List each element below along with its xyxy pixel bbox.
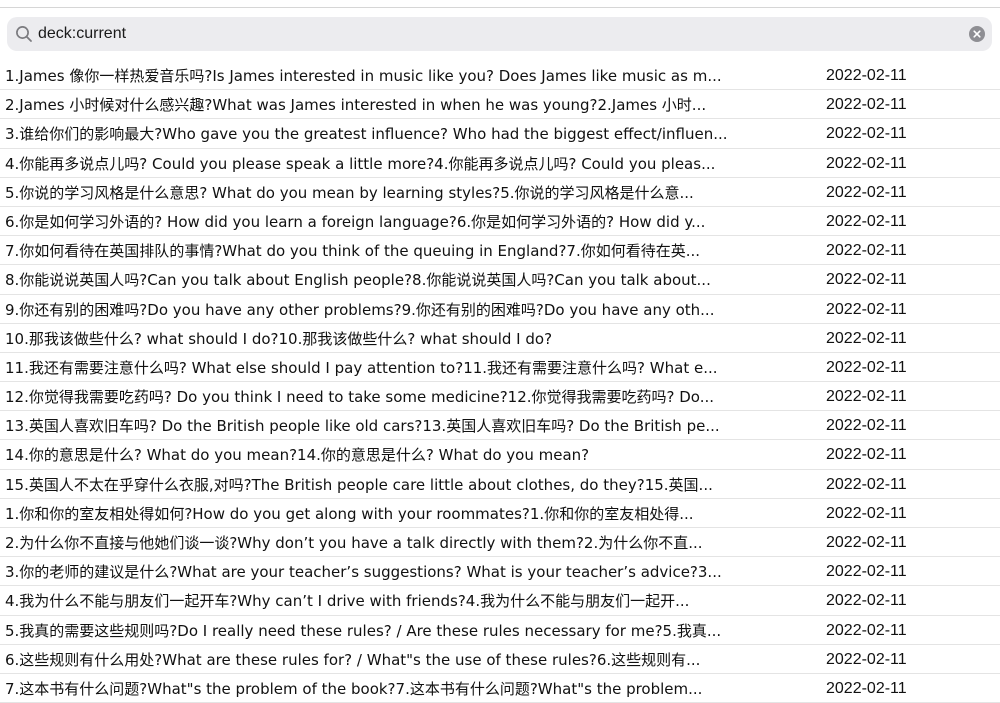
card-date: 2022-02-11: [826, 650, 907, 668]
card-date: 2022-02-11: [826, 242, 907, 260]
list-item[interactable]: 3.谁给你们的影响最大?Who gave you the greatest in…: [0, 119, 1000, 149]
card-date: 2022-02-11: [826, 96, 907, 114]
list-item[interactable]: 13.英国人喜欢旧车吗? Do the British people like …: [0, 411, 1000, 441]
card-question: 5.你说的学习风格是什么意思? What do you mean by lear…: [5, 183, 694, 202]
search-icon: [15, 25, 33, 43]
list-item[interactable]: 5.我真的需要这些规则吗?Do I really need these rule…: [0, 616, 1000, 645]
top-divider: [0, 7, 1000, 8]
card-question: 7.这本书有什么问题?What"s the problem of the boo…: [5, 679, 703, 698]
card-question: 2.James 小时候对什么感兴趣?What was James interes…: [5, 96, 707, 115]
card-question: 3.谁给你们的影响最大?Who gave you the greatest in…: [5, 125, 728, 144]
list-item[interactable]: 9.你还有别的困难吗?Do you have any other problem…: [0, 295, 1000, 324]
list-item[interactable]: 12.你觉得我需要吃药吗? Do you think I need to tak…: [0, 382, 1000, 412]
card-question: 7.你如何看待在英国排队的事情?What do you think of the…: [5, 242, 701, 261]
card-list: 1.James 像你一样热爱音乐吗?Is James interested in…: [0, 61, 1000, 703]
card-question: 4.我为什么不能与朋友们一起开车?Why can’t I drive with …: [5, 592, 690, 611]
list-item[interactable]: 8.你能说说英国人吗?Can you talk about English pe…: [0, 265, 1000, 295]
list-item[interactable]: 2.James 小时候对什么感兴趣?What was James interes…: [0, 90, 1000, 120]
card-question: 10.那我该做些什么? what should I do?10.那我该做些什么?…: [5, 329, 553, 348]
list-item[interactable]: 6.你是如何学习外语的? How did you learn a foreign…: [0, 207, 1000, 237]
list-item[interactable]: 1.你和你的室友相处得如何?How do you get along with …: [0, 499, 1000, 528]
card-date: 2022-02-11: [826, 504, 907, 522]
card-date: 2022-02-11: [826, 154, 907, 172]
card-question: 1.你和你的室友相处得如何?How do you get along with …: [5, 504, 694, 523]
list-item[interactable]: 2.为什么你不直接与他她们谈一谈?Why don’t you have a ta…: [0, 528, 1000, 558]
list-item[interactable]: 10.那我该做些什么? what should I do?10.那我该做些什么?…: [0, 324, 1000, 353]
card-date: 2022-02-11: [826, 183, 907, 201]
list-item[interactable]: 15.英国人不太在乎穿什么衣服,对吗?The British people ca…: [0, 470, 1000, 499]
list-item[interactable]: 5.你说的学习风格是什么意思? What do you mean by lear…: [0, 178, 1000, 207]
card-date: 2022-02-11: [826, 125, 907, 143]
card-question: 15.英国人不太在乎穿什么衣服,对吗?The British people ca…: [5, 475, 713, 494]
card-question: 11.我还有需要注意什么吗? What else should I pay at…: [5, 358, 718, 377]
list-item[interactable]: 1.James 像你一样热爱音乐吗?Is James interested in…: [0, 61, 1000, 91]
card-question: 5.我真的需要这些规则吗?Do I really need these rule…: [5, 621, 722, 640]
list-item[interactable]: 4.我为什么不能与朋友们一起开车?Why can’t I drive with …: [0, 586, 1000, 616]
card-date: 2022-02-11: [826, 271, 907, 289]
card-date: 2022-02-11: [826, 388, 907, 406]
card-date: 2022-02-11: [826, 592, 907, 610]
card-question: 9.你还有别的困难吗?Do you have any other problem…: [5, 300, 715, 319]
card-date: 2022-02-11: [826, 212, 907, 230]
card-date: 2022-02-11: [826, 475, 907, 493]
card-date: 2022-02-11: [826, 534, 907, 551]
list-item[interactable]: 7.这本书有什么问题?What"s the problem of the boo…: [0, 674, 1000, 703]
card-date: 2022-02-11: [826, 417, 907, 435]
card-date: 2022-02-11: [826, 446, 907, 464]
card-date: 2022-02-11: [826, 563, 907, 581]
card-question: 6.这些规则有什么用处?What are these rules for? / …: [5, 650, 701, 669]
card-date: 2022-02-11: [826, 67, 907, 84]
card-question: 4.你能再多说点儿吗? Could you please speak a lit…: [5, 154, 716, 173]
card-date: 2022-02-11: [826, 300, 907, 318]
card-question: 13.英国人喜欢旧车吗? Do the British people like …: [5, 417, 720, 436]
list-item[interactable]: 4.你能再多说点儿吗? Could you please speak a lit…: [0, 149, 1000, 178]
card-question: 2.为什么你不直接与他她们谈一谈?Why don’t you have a ta…: [5, 534, 703, 552]
list-item[interactable]: 6.这些规则有什么用处?What are these rules for? / …: [0, 645, 1000, 674]
list-item[interactable]: 14.你的意思是什么? What do you mean?14.你的意思是什么?…: [0, 440, 1000, 470]
card-question: 8.你能说说英国人吗?Can you talk about English pe…: [5, 271, 711, 290]
card-question: 6.你是如何学习外语的? How did you learn a foreign…: [5, 212, 706, 231]
search-bar[interactable]: [7, 17, 992, 51]
list-item[interactable]: 3.你的老师的建议是什么?What are your teacher’s sug…: [0, 557, 1000, 587]
card-date: 2022-02-11: [826, 358, 907, 376]
card-date: 2022-02-11: [826, 679, 907, 697]
search-input[interactable]: [38, 21, 958, 47]
list-item[interactable]: 11.我还有需要注意什么吗? What else should I pay at…: [0, 353, 1000, 383]
clear-search-icon[interactable]: [969, 26, 985, 42]
card-question: 3.你的老师的建议是什么?What are your teacher’s sug…: [5, 563, 722, 582]
card-date: 2022-02-11: [826, 329, 907, 347]
card-question: 1.James 像你一样热爱音乐吗?Is James interested in…: [5, 67, 722, 85]
list-item[interactable]: 7.你如何看待在英国排队的事情?What do you think of the…: [0, 236, 1000, 266]
card-question: 12.你觉得我需要吃药吗? Do you think I need to tak…: [5, 388, 715, 407]
card-question: 14.你的意思是什么? What do you mean?14.你的意思是什么?…: [5, 446, 590, 465]
card-date: 2022-02-11: [826, 621, 907, 639]
